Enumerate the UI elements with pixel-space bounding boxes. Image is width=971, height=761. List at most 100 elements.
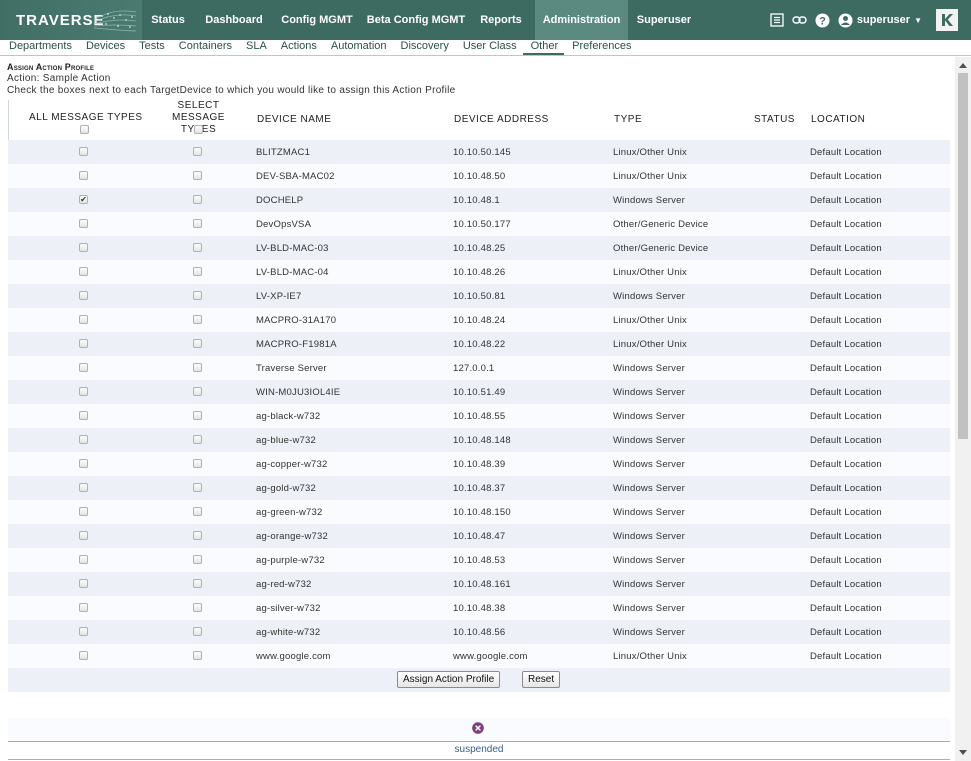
select-message-types-checkbox[interactable] (193, 243, 202, 252)
select-message-types-checkbox[interactable] (193, 363, 202, 372)
help-icon[interactable]: ? (815, 12, 831, 28)
select-message-types-checkbox[interactable] (193, 627, 202, 636)
tab-departments[interactable]: Departments (0, 40, 78, 55)
nav-superuser[interactable]: Superuser (628, 0, 700, 40)
header-device-name[interactable]: DEVICE NAME (257, 114, 331, 125)
all-message-types-checkbox[interactable] (79, 411, 88, 420)
all-message-types-checkbox[interactable] (79, 627, 88, 636)
kaseya-k-icon[interactable] (936, 9, 958, 31)
close-circle-icon[interactable] (472, 722, 484, 734)
all-message-types-checkbox[interactable] (79, 651, 88, 660)
all-message-types-checkbox[interactable] (79, 315, 88, 324)
all-message-types-checkbox[interactable] (79, 147, 88, 156)
select-message-types-checkbox[interactable] (193, 651, 202, 660)
header-device-address[interactable]: DEVICE ADDRESS (454, 114, 549, 125)
scrollbar-thumb[interactable] (958, 73, 968, 439)
tab-sla[interactable]: SLA (238, 40, 273, 55)
device-location-cell: Default Location (810, 147, 882, 158)
device-location-cell: Default Location (810, 507, 882, 518)
select-message-types-checkbox[interactable] (193, 387, 202, 396)
device-type-cell: Linux/Other Unix (613, 171, 687, 182)
select-message-types-checkbox[interactable] (193, 147, 202, 156)
select-message-types-checkbox[interactable] (193, 555, 202, 564)
tab-tests[interactable]: Tests (131, 40, 171, 55)
device-address-cell: 10.10.48.37 (453, 483, 506, 494)
select-message-types-checkbox[interactable] (193, 315, 202, 324)
header-type[interactable]: TYPE (614, 114, 642, 125)
nav-beta-config-mgmt[interactable]: Beta Config MGMT (365, 0, 467, 40)
user-menu[interactable]: superuser ▼ (838, 13, 922, 28)
scroll-down-arrow-icon[interactable] (959, 750, 967, 755)
all-message-types-checkbox[interactable] (79, 387, 88, 396)
footer-divider (8, 741, 950, 742)
svg-text:?: ? (820, 15, 827, 27)
all-message-types-checkbox[interactable] (79, 507, 88, 516)
select-message-types-checkbox[interactable] (193, 483, 202, 492)
all-message-types-checkbox[interactable] (79, 219, 88, 228)
table-body: BLITZMAC1 10.10.50.145 Linux/Other Unix Def… (8, 140, 950, 668)
header-status[interactable]: STATUS (754, 114, 795, 125)
device-name-cell: LV-BLD-MAC-04 (256, 267, 329, 278)
reset-button[interactable]: Reset (522, 671, 561, 688)
select-message-types-checkbox[interactable] (193, 507, 202, 516)
tab-actions[interactable]: Actions (273, 40, 323, 55)
all-message-types-checkbox[interactable] (79, 435, 88, 444)
header-location[interactable]: LOCATION (811, 114, 865, 125)
all-message-types-checkbox[interactable] (79, 579, 88, 588)
select-message-types-checkbox[interactable] (193, 531, 202, 540)
select-message-types-checkbox[interactable] (193, 195, 202, 204)
tab-other[interactable]: Other (522, 40, 565, 55)
nav-dashboard[interactable]: Dashboard (191, 0, 277, 40)
nav-config-mgmt[interactable]: Config MGMT (279, 0, 355, 40)
select-all-checkbox[interactable] (80, 125, 89, 134)
device-type-cell: Windows Server (613, 387, 685, 398)
device-address-cell: 10.10.48.24 (453, 315, 506, 326)
select-message-types-checkbox[interactable] (193, 291, 202, 300)
select-message-types-checkbox[interactable] (193, 219, 202, 228)
nav-status[interactable]: Status (145, 0, 191, 40)
vertical-scrollbar[interactable] (955, 57, 971, 761)
select-message-types-checkbox[interactable] (193, 459, 202, 468)
tab-containers[interactable]: Containers (171, 40, 238, 55)
select-types-all-checkbox[interactable] (194, 125, 203, 134)
all-message-types-checkbox[interactable] (79, 363, 88, 372)
all-message-types-checkbox[interactable] (79, 267, 88, 276)
all-message-types-checkbox[interactable] (79, 531, 88, 540)
all-message-types-checkbox[interactable] (79, 339, 88, 348)
select-message-types-checkbox[interactable] (193, 603, 202, 612)
all-message-types-checkbox[interactable] (79, 243, 88, 252)
tab-user-class[interactable]: User Class (455, 40, 523, 55)
instruction-text: Check the boxes next to each TargetDevic… (7, 85, 456, 96)
device-name-cell: MACPRO-31A170 (256, 315, 337, 326)
link-icon[interactable] (792, 12, 808, 28)
select-message-types-checkbox[interactable] (193, 411, 202, 420)
list-icon[interactable] (769, 12, 785, 28)
device-name-cell: ag-gold-w732 (256, 483, 316, 494)
all-message-types-checkbox[interactable] (79, 171, 88, 180)
traverse-logo[interactable]: TRAVERSE (0, 0, 142, 40)
tab-preferences[interactable]: Preferences (564, 40, 637, 55)
device-type-cell: Windows Server (613, 363, 685, 374)
select-message-types-checkbox[interactable] (193, 171, 202, 180)
select-message-types-checkbox[interactable] (193, 579, 202, 588)
select-message-types-checkbox[interactable] (193, 435, 202, 444)
select-message-types-checkbox[interactable] (193, 267, 202, 276)
table-header: ALL MESSAGE TYPES SELECT MESSAGE TYPES D… (8, 100, 950, 140)
tab-automation[interactable]: Automation (323, 40, 393, 55)
tab-devices[interactable]: Devices (78, 40, 131, 55)
user-name: superuser (856, 14, 911, 26)
device-location-cell: Default Location (810, 579, 882, 590)
scroll-up-arrow-icon[interactable] (959, 63, 967, 68)
all-message-types-checkbox[interactable] (79, 459, 88, 468)
all-message-types-checkbox[interactable] (79, 483, 88, 492)
device-location-cell: Default Location (810, 603, 882, 614)
all-message-types-checkbox[interactable]: ✔ (79, 195, 88, 204)
all-message-types-checkbox[interactable] (79, 291, 88, 300)
select-message-types-checkbox[interactable] (193, 339, 202, 348)
nav-administration[interactable]: Administration (535, 0, 628, 40)
all-message-types-checkbox[interactable] (79, 603, 88, 612)
assign-action-profile-button[interactable]: Assign Action Profile (397, 671, 501, 688)
all-message-types-checkbox[interactable] (79, 555, 88, 564)
tab-discovery[interactable]: Discovery (393, 40, 455, 55)
nav-reports[interactable]: Reports (473, 0, 529, 40)
